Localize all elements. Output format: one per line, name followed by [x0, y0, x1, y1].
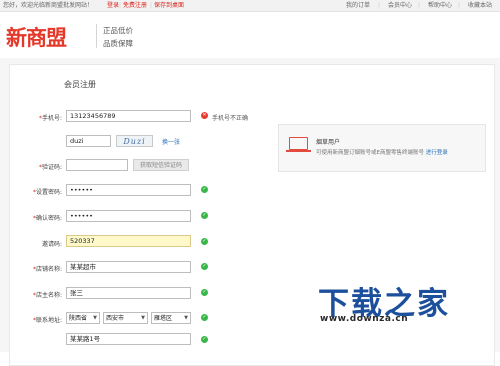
check-icon: ✓ [201, 314, 208, 321]
check-icon: ✓ [201, 186, 208, 193]
chevron-down-icon: ▼ [93, 315, 97, 321]
check-icon: ✓ [201, 336, 208, 343]
district-select[interactable]: 雁塔区 ▼ [151, 312, 191, 324]
captcha-image[interactable]: Duzi [116, 135, 153, 147]
password-label: *设置密码: [32, 189, 62, 196]
save-desktop-link[interactable]: 保存到桌面 [154, 0, 184, 11]
phone-input[interactable]: 13123456789 [66, 110, 191, 122]
welcome-text: 您好，欢迎光临新商盟批发网站！ [3, 2, 94, 9]
divider: | [119, 2, 122, 9]
slogan-line-2: 品质保障 [103, 39, 133, 48]
check-icon: ✓ [201, 289, 208, 296]
refresh-captcha-link[interactable]: 换一张 [162, 137, 180, 146]
invite-code-label: 邀请码: [41, 241, 62, 248]
watermark-url: www.downza.cn [320, 314, 409, 324]
error-icon: ✕ [201, 112, 208, 119]
divider: | [150, 2, 153, 9]
card-text: 可使用新商盟订烟账号或E商盟零售终端账号 进行登录 [316, 150, 448, 156]
chevron-down-icon: ▼ [184, 315, 188, 321]
divider: | [418, 2, 421, 9]
chevron-down-icon: ▼ [141, 315, 145, 321]
top-bar: 您好，欢迎光临新商盟批发网站！ 登录 | 免费注册 | 保存到桌面 我的订单 |… [0, 0, 500, 12]
address-detail-input[interactable]: 某某路1号 [66, 333, 191, 345]
nav-help-center[interactable]: 帮助中心 [428, 0, 452, 11]
divider: | [458, 2, 461, 9]
login-link[interactable]: 登录 [107, 0, 119, 11]
store-name-input[interactable]: 某某超市 [66, 261, 191, 273]
check-icon: ✓ [201, 212, 208, 219]
province-select[interactable]: 陕西省 ▼ [66, 312, 100, 324]
invite-code-input[interactable]: 520337 [66, 235, 191, 247]
divider: | [378, 2, 381, 9]
confirm-password-input[interactable]: •••••• [66, 210, 191, 222]
confirm-password-label: *确认密码: [32, 215, 62, 222]
check-icon: ✓ [201, 238, 208, 245]
register-link[interactable]: 免费注册 [123, 0, 147, 11]
nav-member-center[interactable]: 会员中心 [388, 0, 412, 11]
sms-code-input[interactable] [66, 159, 128, 171]
password-input[interactable]: •••••• [66, 184, 191, 196]
city-select[interactable]: 西安市 ▼ [103, 312, 148, 324]
site-logo[interactable]: 新商盟 [6, 22, 67, 52]
card-login-link[interactable]: 进行登录 [426, 150, 448, 156]
get-sms-code-button[interactable]: 获取短信验证码 [133, 159, 189, 171]
nav-my-orders[interactable]: 我的订单 [346, 0, 370, 11]
header-divider [96, 24, 97, 48]
phone-error-message: 手机号不正确 [212, 115, 249, 122]
owner-name-input[interactable]: 张三 [66, 287, 191, 299]
slogan-line-1: 正品低价 [103, 26, 133, 35]
form-title: 会员注册 [64, 80, 96, 89]
sms-label: *验证码: [38, 164, 62, 171]
check-icon: ✓ [201, 263, 208, 270]
captcha-input[interactable]: duzi [66, 135, 111, 147]
laptop-icon [289, 137, 308, 150]
laptop-icon-base [286, 150, 311, 152]
phone-label: *手机号: [38, 115, 62, 122]
card-title: 烟草用户 [316, 139, 341, 146]
store-name-label: *店铺名称: [32, 266, 62, 273]
nav-favorite[interactable]: 收藏本站 [468, 0, 492, 11]
owner-name-label: *店主名称: [32, 292, 62, 299]
address-label: *联系地址: [32, 317, 62, 324]
